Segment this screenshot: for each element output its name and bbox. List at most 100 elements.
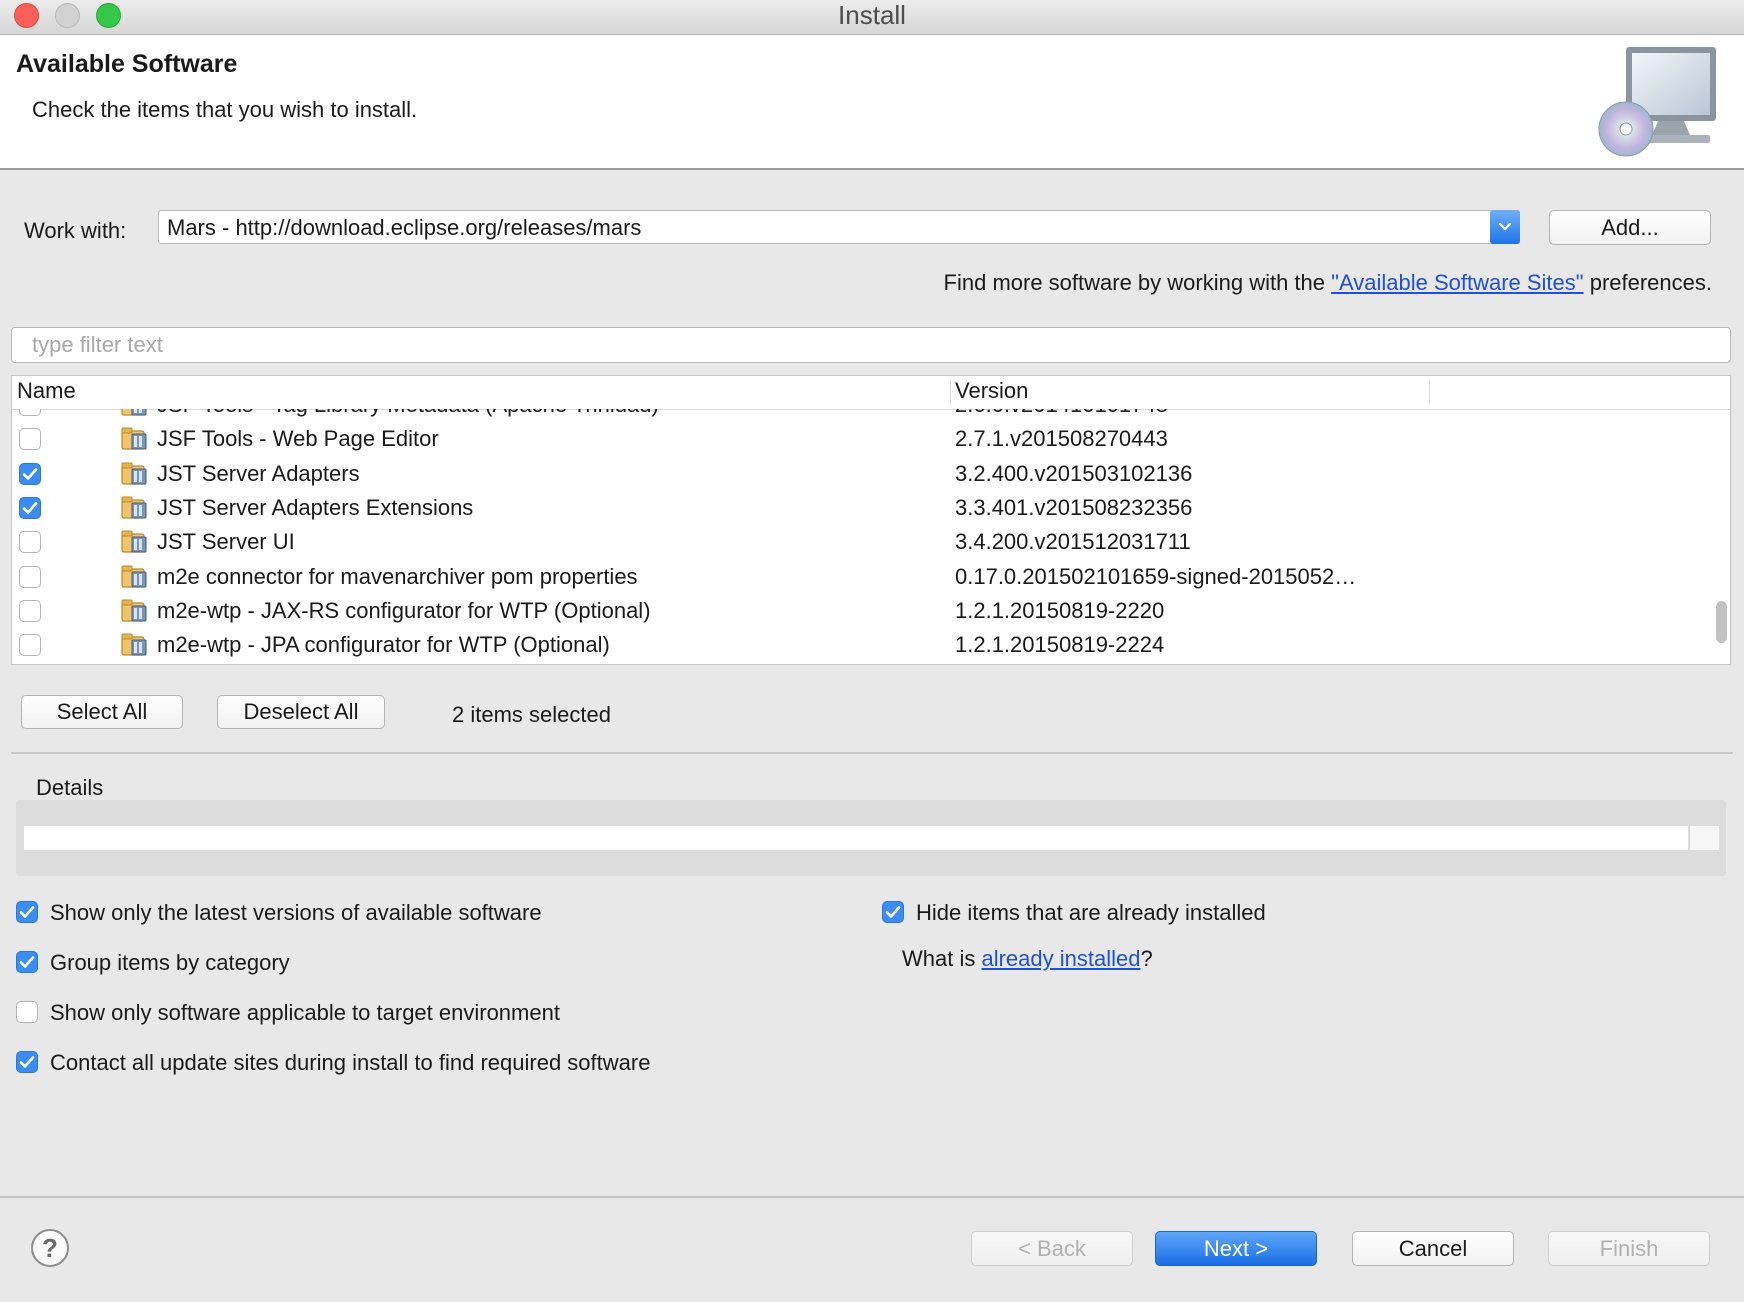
feature-package-icon	[121, 565, 147, 588]
feature-icon	[120, 409, 150, 419]
back-button[interactable]: < Back	[971, 1231, 1133, 1266]
group-by-category-label: Group items by category	[50, 950, 290, 975]
column-divider[interactable]	[950, 380, 951, 404]
table-scrollbar[interactable]	[1712, 409, 1729, 664]
details-label: Details	[36, 775, 104, 800]
hide-installed-checkbox[interactable]	[882, 901, 904, 923]
feature-icon	[120, 597, 150, 625]
column-header-name[interactable]: Name	[17, 378, 76, 404]
cancel-button[interactable]: Cancel	[1352, 1231, 1514, 1266]
row-checkbox[interactable]	[19, 496, 41, 519]
contact-all-sites-label: Contact all update sites during install …	[50, 1050, 651, 1075]
row-name: JST Server Adapters Extensions	[157, 494, 474, 520]
checkmark-icon	[22, 467, 38, 480]
deselect-all-button[interactable]: Deselect All	[217, 695, 385, 729]
finish-button[interactable]: Finish	[1548, 1231, 1710, 1266]
table-row[interactable]: JSF Tools - Tag Library Metadata (Apache…	[12, 409, 1702, 422]
work-with-label: Work with:	[24, 218, 127, 243]
row-name: m2e connector for mavenarchiver pom prop…	[157, 563, 638, 589]
row-checkbox[interactable]	[19, 428, 41, 451]
scrollbar-thumb[interactable]	[1716, 601, 1727, 643]
row-name: JSF Tools - Tag Library Metadata (Apache…	[157, 409, 659, 418]
window-title: Install	[838, 0, 906, 30]
row-version: 2.7.1.v201508270443	[955, 426, 1168, 452]
row-checkbox[interactable]	[19, 565, 41, 588]
page-title: Available Software	[16, 50, 238, 78]
feature-icon	[120, 425, 150, 453]
table-row[interactable]: JST Server UI 3.4.200.v201512031711	[12, 525, 1702, 559]
install-monitor-icon	[1598, 47, 1716, 157]
details-text-area	[24, 826, 1688, 850]
column-header-version[interactable]: Version	[955, 378, 1028, 404]
available-software-sites-link[interactable]: "Available Software Sites"	[1331, 270, 1583, 295]
checkmark-icon	[19, 906, 35, 918]
feature-package-icon	[121, 409, 147, 416]
feature-icon	[120, 563, 150, 591]
row-name: JST Server Adapters	[157, 460, 360, 486]
what-is-suffix: ?	[1140, 946, 1153, 971]
row-checkbox[interactable]	[19, 462, 41, 485]
row-checkbox[interactable]	[19, 634, 41, 657]
software-tree-table[interactable]: Name Version JSF Tools - Tag Library Met…	[11, 375, 1731, 665]
already-installed-link[interactable]: already installed	[981, 946, 1140, 971]
table-row[interactable]: JST Server Adapters Extensions 3.3.401.v2…	[12, 491, 1702, 525]
checkmark-icon	[19, 956, 35, 968]
row-version: 0.17.0.201502101659-signed-2015052…	[955, 563, 1357, 589]
feature-package-icon	[121, 530, 147, 553]
group-by-category-checkbox[interactable]	[16, 951, 38, 973]
column-divider[interactable]	[1429, 380, 1430, 404]
row-version: 3.4.200.v201512031711	[955, 529, 1191, 555]
next-button[interactable]: Next >	[1155, 1231, 1317, 1266]
details-panel	[16, 800, 1726, 876]
feature-package-icon	[121, 599, 147, 622]
divider	[0, 1196, 1744, 1198]
table-row[interactable]: m2e connector for mavenarchiver pom prop…	[12, 560, 1702, 594]
checkmark-icon	[885, 906, 901, 918]
checkmark-icon	[19, 1056, 35, 1068]
feature-package-icon	[121, 462, 147, 485]
page-description: Check the items that you wish to install…	[32, 97, 418, 122]
table-body: JSF Tools - Tag Library Metadata (Apache…	[12, 409, 1712, 664]
select-all-button[interactable]: Select All	[21, 695, 183, 729]
find-more-prefix: Find more software by working with the	[943, 270, 1332, 295]
row-name: m2e-wtp - JPA configurator for WTP (Opti…	[157, 632, 610, 658]
row-version: 1.2.1.20150819-2220	[955, 597, 1165, 623]
row-version: 1.2.1.20150819-2224	[955, 632, 1165, 658]
details-scrollbar[interactable]	[1689, 826, 1719, 850]
table-header: Name Version	[12, 376, 1730, 410]
latest-versions-checkbox[interactable]	[16, 901, 38, 923]
row-name: m2e-wtp - JAX-RS configurator for WTP (O…	[157, 597, 651, 623]
find-more-text: Find more software by working with the "…	[944, 270, 1712, 296]
table-row[interactable]: JSF Tools - Web Page Editor 2.7.1.v201508…	[12, 422, 1702, 456]
row-checkbox[interactable]	[19, 599, 41, 622]
feature-icon	[120, 631, 150, 659]
row-checkbox[interactable]	[19, 531, 41, 554]
feature-package-icon	[121, 496, 147, 519]
divider	[11, 752, 1733, 754]
add-site-button[interactable]: Add...	[1549, 210, 1711, 245]
filter-input[interactable]	[11, 327, 1731, 363]
selection-count: 2 items selected	[452, 702, 611, 727]
row-checkbox[interactable]	[19, 409, 41, 416]
checkmark-icon	[22, 502, 38, 514]
hide-installed-label: Hide items that are already installed	[916, 900, 1266, 925]
feature-package-icon	[121, 427, 147, 450]
combo-dropdown-button[interactable]	[1490, 210, 1520, 244]
help-icon[interactable]: ?	[31, 1229, 69, 1267]
table-row[interactable]: m2e-wtp - JPA configurator for WTP (Opti…	[12, 628, 1702, 662]
chevron-down-icon	[1498, 222, 1512, 231]
row-version: 3.3.401.v201508232356	[955, 494, 1193, 520]
latest-versions-label: Show only the latest versions of availab…	[50, 900, 542, 925]
feature-icon	[120, 494, 150, 522]
title-bar: Install	[0, 0, 1744, 35]
row-version: 3.2.400.v201503102136	[955, 460, 1193, 486]
contact-all-sites-checkbox[interactable]	[16, 1051, 38, 1073]
applicable-only-checkbox[interactable]	[16, 1001, 38, 1023]
applicable-only-label: Show only software applicable to target …	[50, 1000, 560, 1025]
feature-icon	[120, 460, 150, 488]
work-with-combo[interactable]: Mars - http://download.eclipse.org/relea…	[158, 210, 1520, 244]
feature-package-icon	[121, 633, 147, 656]
table-row[interactable]: JST Server Adapters 3.2.400.v201503102136	[12, 457, 1702, 491]
table-row[interactable]: m2e-wtp - JAX-RS configurator for WTP (O…	[12, 594, 1702, 628]
feature-icon	[120, 528, 150, 556]
